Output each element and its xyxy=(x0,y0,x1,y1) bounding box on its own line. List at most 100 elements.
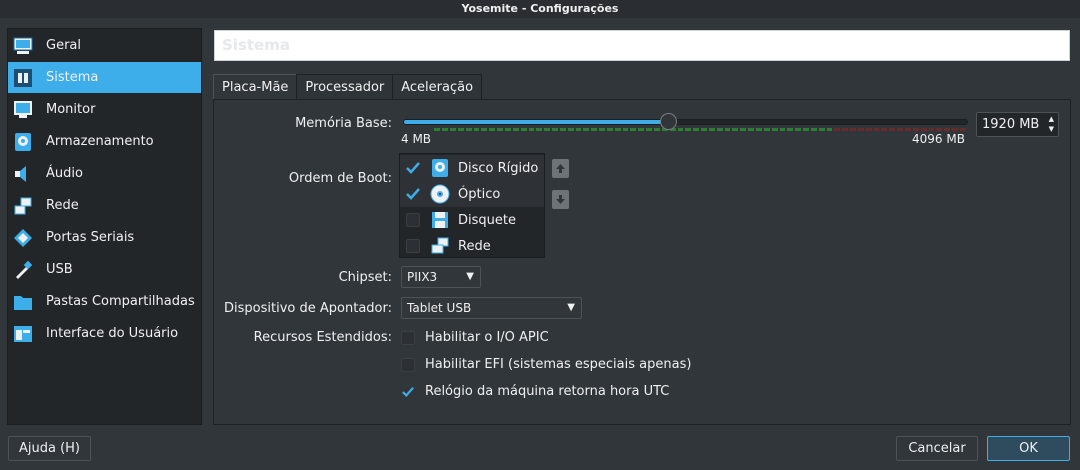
memory-slider-track[interactable] xyxy=(403,119,968,125)
slider-tick xyxy=(575,128,582,131)
pointing-device-label: Dispositivo de Apontador: xyxy=(224,301,392,316)
sidebar-item-portas-seriais[interactable]: Portas Seriais xyxy=(8,222,201,253)
chipset-select[interactable]: PIIX3 ▼ xyxy=(401,266,481,288)
slider-tick xyxy=(536,128,543,131)
boot-order-list: Disco Rígido Óptico Disquete Rede xyxy=(399,153,545,258)
sidebar-item-monitor[interactable]: Monitor xyxy=(8,94,201,125)
boot-item-optical[interactable]: Óptico xyxy=(400,181,544,207)
memory-slider-handle[interactable] xyxy=(660,113,677,130)
slider-tick xyxy=(528,128,535,131)
utc-clock-checkbox-row[interactable]: Relógio da máquina retorna hora UTC xyxy=(401,384,669,399)
slider-tick xyxy=(457,128,464,131)
efi-checkbox[interactable] xyxy=(401,357,415,372)
tab-bar: Placa-Mãe Processador Aceleração xyxy=(213,74,483,101)
slider-tick xyxy=(411,128,417,131)
help-button[interactable]: Ajuda (H) xyxy=(8,436,91,461)
serial-port-icon xyxy=(12,227,34,249)
slider-tick xyxy=(622,128,629,131)
slider-tick xyxy=(504,128,511,131)
sidebar-item-usb[interactable]: USB xyxy=(8,254,201,285)
io-apic-label: Habilitar o I/O APIC xyxy=(425,330,549,345)
memory-spinbox[interactable]: 1920 MB ▲ ▼ xyxy=(976,112,1059,137)
sidebar-item-audio[interactable]: Áudio xyxy=(8,158,201,189)
slider-tick xyxy=(905,128,911,131)
slider-tick xyxy=(865,128,872,131)
boot-item-floppy[interactable]: Disquete xyxy=(400,207,544,233)
slider-tick xyxy=(583,128,590,131)
sidebar-item-label: Portas Seriais xyxy=(46,230,135,245)
sidebar-item-label: Armazenamento xyxy=(46,134,154,149)
boot-item-hard-disk[interactable]: Disco Rígido xyxy=(400,155,544,181)
optical-disc-icon xyxy=(430,184,450,204)
slider-tick xyxy=(740,128,747,131)
slider-tick xyxy=(912,128,919,131)
tab-placa-mae[interactable]: Placa-Mãe xyxy=(213,74,298,101)
display-icon xyxy=(12,99,34,121)
io-apic-checkbox[interactable] xyxy=(401,330,415,345)
cancel-button[interactable]: Cancelar xyxy=(896,436,978,461)
sidebar-item-label: Pastas Compartilhadas xyxy=(46,294,195,309)
sidebar-item-pastas-compartilhadas[interactable]: Pastas Compartilhadas xyxy=(8,286,201,317)
io-apic-checkbox-row[interactable]: Habilitar o I/O APIC xyxy=(401,330,549,345)
slider-tick xyxy=(544,128,551,131)
ok-button[interactable]: OK xyxy=(987,436,1070,461)
slider-tick xyxy=(857,128,864,131)
boot-move-up-button[interactable] xyxy=(552,159,569,178)
memory-min-label: 4 MB xyxy=(401,132,432,146)
check-icon[interactable] xyxy=(406,187,420,201)
slider-tick xyxy=(952,128,958,131)
motherboard-panel xyxy=(213,99,1071,425)
memory-value: 1920 MB xyxy=(982,117,1040,132)
slider-tick xyxy=(567,128,574,131)
hard-disk-icon xyxy=(432,159,448,177)
sidebar-item-sistema[interactable]: Sistema xyxy=(8,62,201,93)
memory-label: Memória Base: xyxy=(295,116,392,131)
boot-move-down-button[interactable] xyxy=(552,190,569,209)
chipset-label: Chipset: xyxy=(338,270,392,285)
slider-tick xyxy=(944,128,951,131)
slider-tick xyxy=(795,128,802,131)
settings-sidebar: Geral Sistema Monitor Armazenamento Áudi… xyxy=(7,28,202,425)
check-icon[interactable] xyxy=(406,161,420,175)
utc-clock-checkbox[interactable] xyxy=(401,385,415,399)
utc-clock-label: Relógio da máquina retorna hora UTC xyxy=(425,384,670,399)
storage-icon xyxy=(12,131,34,153)
slider-tick xyxy=(850,128,856,131)
slider-tick xyxy=(763,128,770,131)
slider-tick xyxy=(434,128,441,131)
boot-item-label: Rede xyxy=(458,238,491,254)
slider-tick xyxy=(920,128,927,131)
slider-tick xyxy=(520,128,527,131)
efi-checkbox-row[interactable]: Habilitar EFI (sistemas especiais apenas… xyxy=(401,357,691,372)
speaker-icon xyxy=(12,163,34,185)
tab-processador[interactable]: Processador xyxy=(296,74,394,100)
arrow-down-icon xyxy=(556,195,565,204)
sidebar-item-armazenamento[interactable]: Armazenamento xyxy=(8,126,201,157)
sidebar-item-geral[interactable]: Geral xyxy=(8,30,201,61)
sidebar-item-rede[interactable]: Rede xyxy=(8,190,201,221)
memory-slider-fill xyxy=(404,120,669,124)
boot-item-label: Disco Rígido xyxy=(458,160,539,176)
page-header: Sistema xyxy=(214,30,1070,61)
extended-features-label: Recursos Estendidos: xyxy=(253,330,392,345)
pointing-device-select[interactable]: Tablet USB ▼ xyxy=(401,297,582,319)
slider-tick xyxy=(842,128,849,131)
slider-tick xyxy=(936,128,943,131)
tab-aceleracao[interactable]: Aceleração xyxy=(392,74,483,100)
sidebar-item-interface-do-usuario[interactable]: Interface do Usuário xyxy=(8,318,201,349)
slider-tick xyxy=(559,128,566,131)
slider-tick xyxy=(646,128,652,131)
slider-tick xyxy=(403,128,409,131)
spin-arrows-icon[interactable]: ▲ ▼ xyxy=(1049,114,1054,134)
boot-item-network[interactable]: Rede xyxy=(400,233,544,259)
slider-tick xyxy=(771,128,778,131)
checkbox-empty[interactable] xyxy=(406,239,420,253)
slider-tick xyxy=(450,128,456,131)
slider-tick xyxy=(591,128,598,131)
slider-tick xyxy=(716,128,723,131)
slider-tick xyxy=(552,128,558,131)
chevron-down-icon: ▼ xyxy=(466,271,474,282)
checkbox-empty[interactable] xyxy=(406,213,420,227)
check-icon xyxy=(402,386,414,397)
slider-tick xyxy=(881,128,888,131)
